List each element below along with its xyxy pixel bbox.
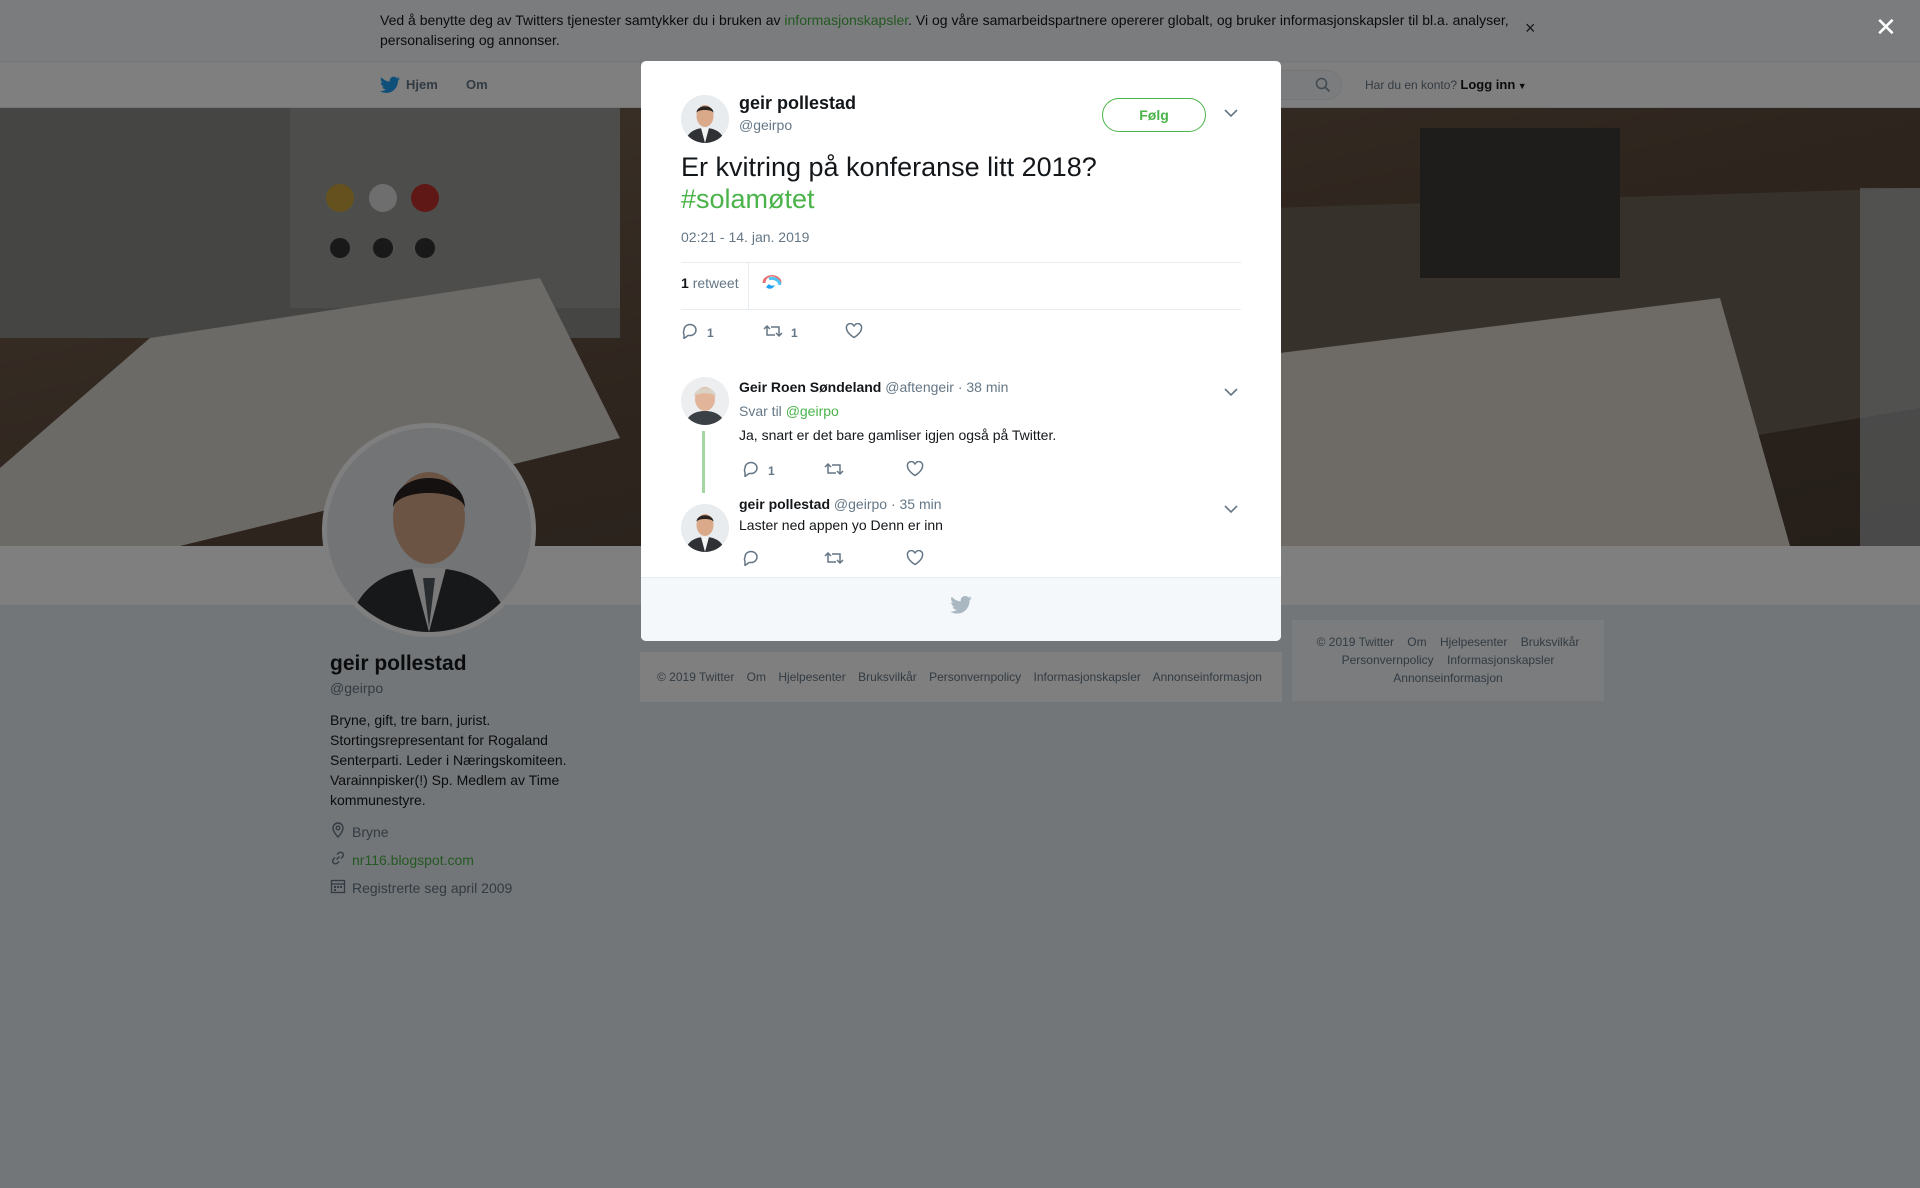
- reply-time[interactable]: · 38 min: [958, 379, 1009, 395]
- reply2-like-button[interactable]: [906, 549, 988, 569]
- reply2-retweet-button[interactable]: [824, 550, 906, 569]
- tweet-timestamp[interactable]: 02:21 - 14. jan. 2019: [681, 229, 809, 245]
- tweet-hashtag[interactable]: #solamøtet: [681, 184, 815, 214]
- reply-author-name[interactable]: Geir Roen Søndeland: [739, 379, 881, 395]
- reply-icon: [681, 323, 699, 342]
- tweet-text: Er kvitring på konferanse litt 2018? #so…: [681, 151, 1251, 215]
- retweet-stat-label: retweet: [692, 275, 739, 291]
- close-icon[interactable]: ✕: [1875, 12, 1897, 43]
- retweet-button[interactable]: 1: [763, 323, 845, 342]
- reply-heart-icon: [906, 460, 924, 480]
- reply-author-handle[interactable]: @aftengeir: [885, 379, 954, 395]
- reply-actions: 1: [742, 460, 988, 480]
- retweet-stat[interactable]: 1 retweet: [681, 275, 739, 291]
- stats-divider: [748, 263, 749, 309]
- reply-retweet-button[interactable]: [824, 461, 906, 480]
- thread-line: [702, 431, 705, 493]
- reply-author-avatar[interactable]: [681, 377, 729, 425]
- reply2-actions: [742, 549, 988, 569]
- retweeter-avatar[interactable]: [761, 275, 783, 297]
- twitter-bird-footer-icon: [950, 595, 972, 619]
- reply-chevron-down-icon[interactable]: [1224, 384, 1238, 402]
- reply-count: 1: [707, 325, 714, 340]
- chevron-down-icon[interactable]: [1224, 105, 1238, 123]
- reply2-header: geir pollestad @geirpo · 35 min: [739, 496, 942, 512]
- reply-to-link[interactable]: @geirpo: [786, 403, 839, 419]
- reply2-heart-icon: [906, 549, 924, 569]
- reply2-retweet-icon: [824, 550, 844, 569]
- reply2-chevron-down-icon[interactable]: [1224, 501, 1238, 519]
- reply2-text: Laster ned appen yo Denn er inn: [739, 517, 943, 533]
- reply2-author-handle[interactable]: @geirpo: [834, 496, 887, 512]
- reply-text: Ja, snart er det bare gamliser igjen ogs…: [739, 427, 1057, 443]
- reply2-reply-button[interactable]: [742, 550, 824, 569]
- tweet-author-avatar[interactable]: [681, 95, 729, 143]
- reply-to: Svar til @geirpo: [739, 403, 839, 419]
- reply2-author-avatar[interactable]: [681, 504, 729, 552]
- follow-button[interactable]: Følg: [1102, 98, 1206, 132]
- reply-reply-count: 1: [768, 463, 775, 478]
- reply-header: Geir Roen Søndeland @aftengeir · 38 min: [739, 379, 1008, 395]
- reply-retweet-icon: [824, 461, 844, 480]
- tweet-actions: 1 1: [681, 322, 927, 342]
- reply2-author-name[interactable]: geir pollestad: [739, 496, 830, 512]
- retweet-stat-count: 1: [681, 275, 689, 291]
- reply-reply-icon: [742, 461, 760, 480]
- tweet-stats: 1 retweet: [681, 262, 1241, 310]
- retweet-icon: [763, 323, 783, 342]
- like-button[interactable]: [845, 322, 927, 342]
- reply-reply-button[interactable]: 1: [742, 461, 824, 480]
- tweet-author-name[interactable]: geir pollestad: [739, 93, 856, 114]
- tweet-author-handle[interactable]: @geirpo: [739, 117, 792, 133]
- tweet-modal: geir pollestad @geirpo Følg Er kvitring …: [641, 61, 1281, 641]
- reply-to-label: Svar til: [739, 403, 782, 419]
- reply2-time[interactable]: · 35 min: [891, 496, 942, 512]
- reply-like-button[interactable]: [906, 460, 988, 480]
- retweet-count: 1: [791, 325, 798, 340]
- tweet-text-body: Er kvitring på konferanse litt 2018?: [681, 152, 1097, 182]
- reply2-reply-icon: [742, 550, 760, 569]
- reply-button[interactable]: 1: [681, 323, 763, 342]
- heart-icon: [845, 322, 863, 342]
- modal-footer: [641, 577, 1281, 641]
